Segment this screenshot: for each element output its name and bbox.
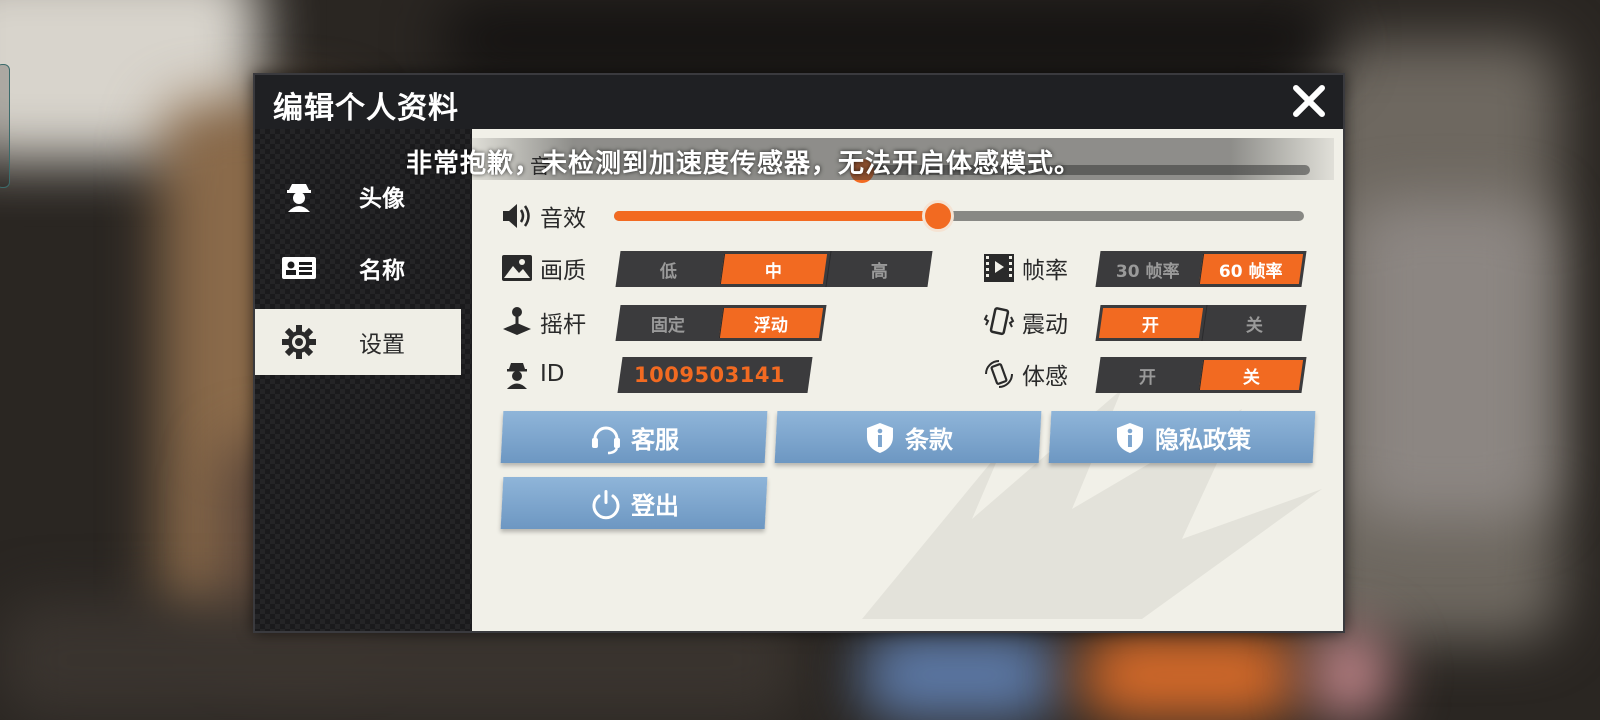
motion-option-on[interactable]: 开 [1095,357,1200,393]
quality-option-high[interactable]: 高 [825,251,933,287]
agent-icon [500,357,534,391]
joystick-label: 摇杆 [500,305,586,339]
avatar-icon [279,176,319,216]
sidebar-item-label: 名称 [359,258,405,284]
id-label: ID [500,357,565,391]
customer-service-button[interactable]: 客服 [500,411,768,463]
logout-button[interactable]: 登出 [500,477,768,529]
dialog-title: 编辑个人资料 [273,91,459,126]
motion-text: 体感 [1022,364,1068,390]
shield-info-icon [863,420,897,454]
toast-message: 非常抱歉，未检测到加速度传感器，无法开启体感模式。 [406,149,1082,179]
sidebar-item-settings[interactable]: 设置 [255,309,461,375]
motion-selector: 开 关 [1095,357,1307,393]
shield-info-icon [1113,420,1147,454]
quality-label: 画质 [500,251,586,285]
terms-label: 条款 [905,425,953,454]
gear-icon [279,322,319,362]
vibration-label: 震动 [982,305,1068,339]
motion-icon [982,357,1016,391]
vibration-option-off[interactable]: 关 [1200,305,1307,341]
quality-text: 画质 [540,258,586,284]
joystick-selector: 固定 浮动 [615,305,827,341]
vibration-option-on[interactable]: 开 [1098,308,1203,338]
vibration-selector: 开 关 [1095,305,1307,341]
sound-effect-label: 音效 [500,199,586,233]
joystick-text: 摇杆 [540,312,586,338]
id-text: ID [540,361,565,387]
sidebar-item-label: 头像 [359,186,405,212]
sidebar: 头像 名称 设置 [255,129,471,631]
quality-option-low[interactable]: 低 [615,251,721,287]
edge-tab [0,64,10,188]
joystick-option-floating[interactable]: 浮动 [718,308,824,338]
vibration-icon [982,305,1016,339]
frame-rate-text: 帧率 [1022,258,1068,284]
privacy-policy-label: 隐私政策 [1155,425,1251,454]
id-value-box: 1009503141 [617,357,813,393]
joystick-option-fixed[interactable]: 固定 [615,305,720,341]
customer-service-label: 客服 [631,425,679,454]
motion-label: 体感 [982,357,1068,391]
id-value: 1009503141 [634,363,786,387]
privacy-policy-button[interactable]: 隐私政策 [1048,411,1316,463]
sidebar-item-label: 设置 [359,332,405,358]
film-icon [982,251,1016,285]
dialog-header: 编辑个人资料 [255,75,1343,129]
sidebar-item-name[interactable]: 名称 [255,235,461,301]
sound-effect-thumb[interactable] [922,200,955,232]
logo-watermark [862,389,1322,619]
vibration-text: 震动 [1022,312,1068,338]
sound-effect-text: 音效 [540,206,586,232]
speaker-icon [500,199,534,233]
quality-option-medium[interactable]: 中 [720,254,827,284]
joystick-icon [500,305,534,339]
frame-rate-selector: 30 帧率 60 帧率 [1095,251,1307,287]
settings-panel: 音效 画质 低 中 高 帧率 30 帧率 60 帧率 摇杆 固定 浮动 震动 开… [472,129,1343,631]
frame-rate-option-30[interactable]: 30 帧率 [1095,251,1200,287]
close-icon[interactable] [1289,81,1329,121]
logout-label: 登出 [631,491,679,520]
quality-selector: 低 中 高 [615,251,933,287]
power-icon [589,486,623,520]
headset-icon [589,420,623,454]
image-icon [500,251,534,285]
sound-effect-fill [614,211,939,221]
frame-rate-option-60[interactable]: 60 帧率 [1198,254,1304,284]
motion-option-off[interactable]: 关 [1198,360,1304,390]
frame-rate-label: 帧率 [982,251,1068,285]
terms-button[interactable]: 条款 [774,411,1042,463]
sound-effect-slider[interactable] [614,200,1304,232]
id-card-icon [279,248,319,288]
